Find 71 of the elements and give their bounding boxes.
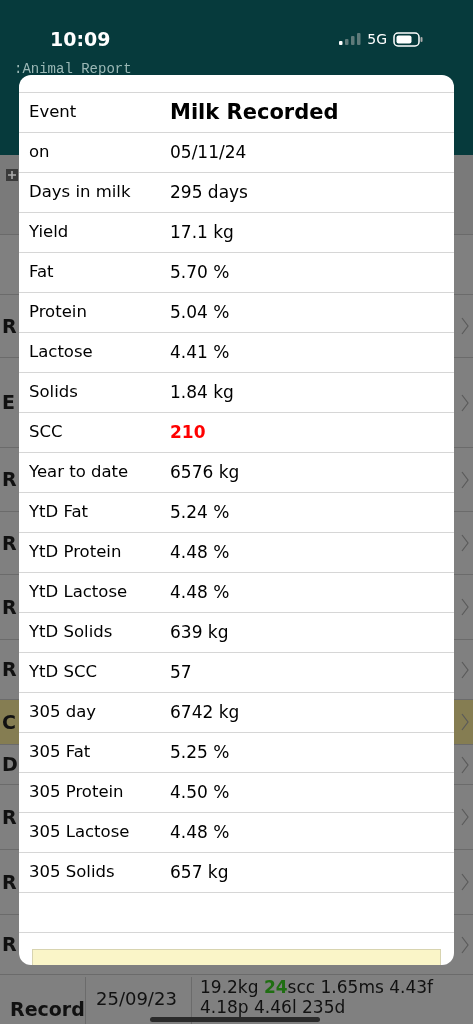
field-value: 5.25 % — [170, 740, 230, 764]
field-value: 1.84 kg — [170, 380, 234, 404]
row-label: R — [2, 657, 17, 683]
field-value: 210 — [170, 420, 206, 444]
field-value: 5.04 % — [170, 300, 230, 324]
field-label: on — [28, 141, 51, 164]
field-label: Solids — [28, 381, 79, 404]
chevron-icon — [461, 470, 469, 489]
field-value: Milk Recorded — [170, 98, 339, 126]
row-label: E — [2, 390, 15, 416]
chevron-icon — [461, 393, 469, 412]
field-value: 4.50 % — [170, 780, 230, 804]
chevron-icon — [461, 808, 469, 826]
field-label: YtD SCC — [28, 661, 98, 684]
header-title: :Animal Report — [14, 61, 132, 77]
field-label: SCC — [28, 421, 64, 444]
field-label: Lactose — [28, 341, 94, 364]
field-value: 6742 kg — [170, 700, 240, 724]
signal-icon — [339, 33, 362, 45]
field-value: 4.48 % — [170, 820, 230, 844]
field-value: 4.48 % — [170, 580, 230, 604]
field-label: 305 Fat — [28, 741, 92, 764]
field-label: Protein — [28, 301, 88, 324]
field-value: 17.1 kg — [170, 220, 234, 244]
row-label: R — [2, 869, 17, 895]
chevron-icon — [461, 713, 469, 731]
field-value: 657 kg — [170, 860, 229, 884]
field-value: 57 — [170, 660, 192, 684]
chevron-icon — [461, 660, 469, 679]
row-label: R — [2, 530, 17, 556]
field-label: 305 day — [28, 701, 98, 724]
row-label: D — [2, 752, 18, 778]
plus-icon[interactable] — [6, 169, 18, 181]
row-summary: 19.2kg 24scc 1.65ms 4.43f — [200, 977, 435, 997]
row-label: R — [2, 804, 17, 830]
field-label: YtD Protein — [28, 541, 123, 564]
field-value: 6576 kg — [170, 460, 240, 484]
battery-icon — [393, 31, 423, 47]
field-label: 305 Solids — [28, 861, 116, 884]
chevron-icon — [461, 873, 469, 891]
row-label: R — [2, 467, 17, 493]
field-label: Event — [28, 101, 78, 124]
row-label: R — [2, 594, 17, 620]
field-label: Fat — [28, 261, 55, 284]
field-label: Year to date — [28, 461, 130, 484]
field-label: 305 Lactose — [28, 821, 131, 844]
field-label: Days in milk — [28, 181, 132, 204]
field-label: YtD Lactose — [28, 581, 129, 604]
field-value: 05/11/24 — [170, 140, 247, 164]
chevron-icon — [461, 534, 469, 552]
chevron-icon — [461, 755, 469, 774]
field-value: 639 kg — [170, 620, 229, 644]
field-value: 4.41 % — [170, 340, 230, 364]
row-label: Record — [0, 977, 86, 1024]
network-label: 5G — [367, 29, 387, 49]
field-label: Yield — [28, 221, 70, 244]
field-label: 305 Protein — [28, 781, 125, 804]
field-value: 5.24 % — [170, 500, 230, 524]
row-label: C — [2, 709, 16, 735]
field-label: YtD Solids — [28, 621, 114, 644]
row-summary: 4.18p 4.46l 235d — [200, 997, 347, 1017]
status-time: 10:09 — [50, 26, 111, 52]
field-value: 4.48 % — [170, 540, 230, 564]
field-value: 5.70 % — [170, 260, 230, 284]
row-label: R — [2, 313, 17, 339]
chevron-icon — [461, 598, 469, 616]
field-value: 295 days — [170, 180, 248, 204]
row-label: R — [2, 932, 17, 958]
field-label: YtD Fat — [28, 501, 90, 524]
chevron-icon — [461, 935, 469, 954]
chevron-icon — [461, 317, 469, 335]
